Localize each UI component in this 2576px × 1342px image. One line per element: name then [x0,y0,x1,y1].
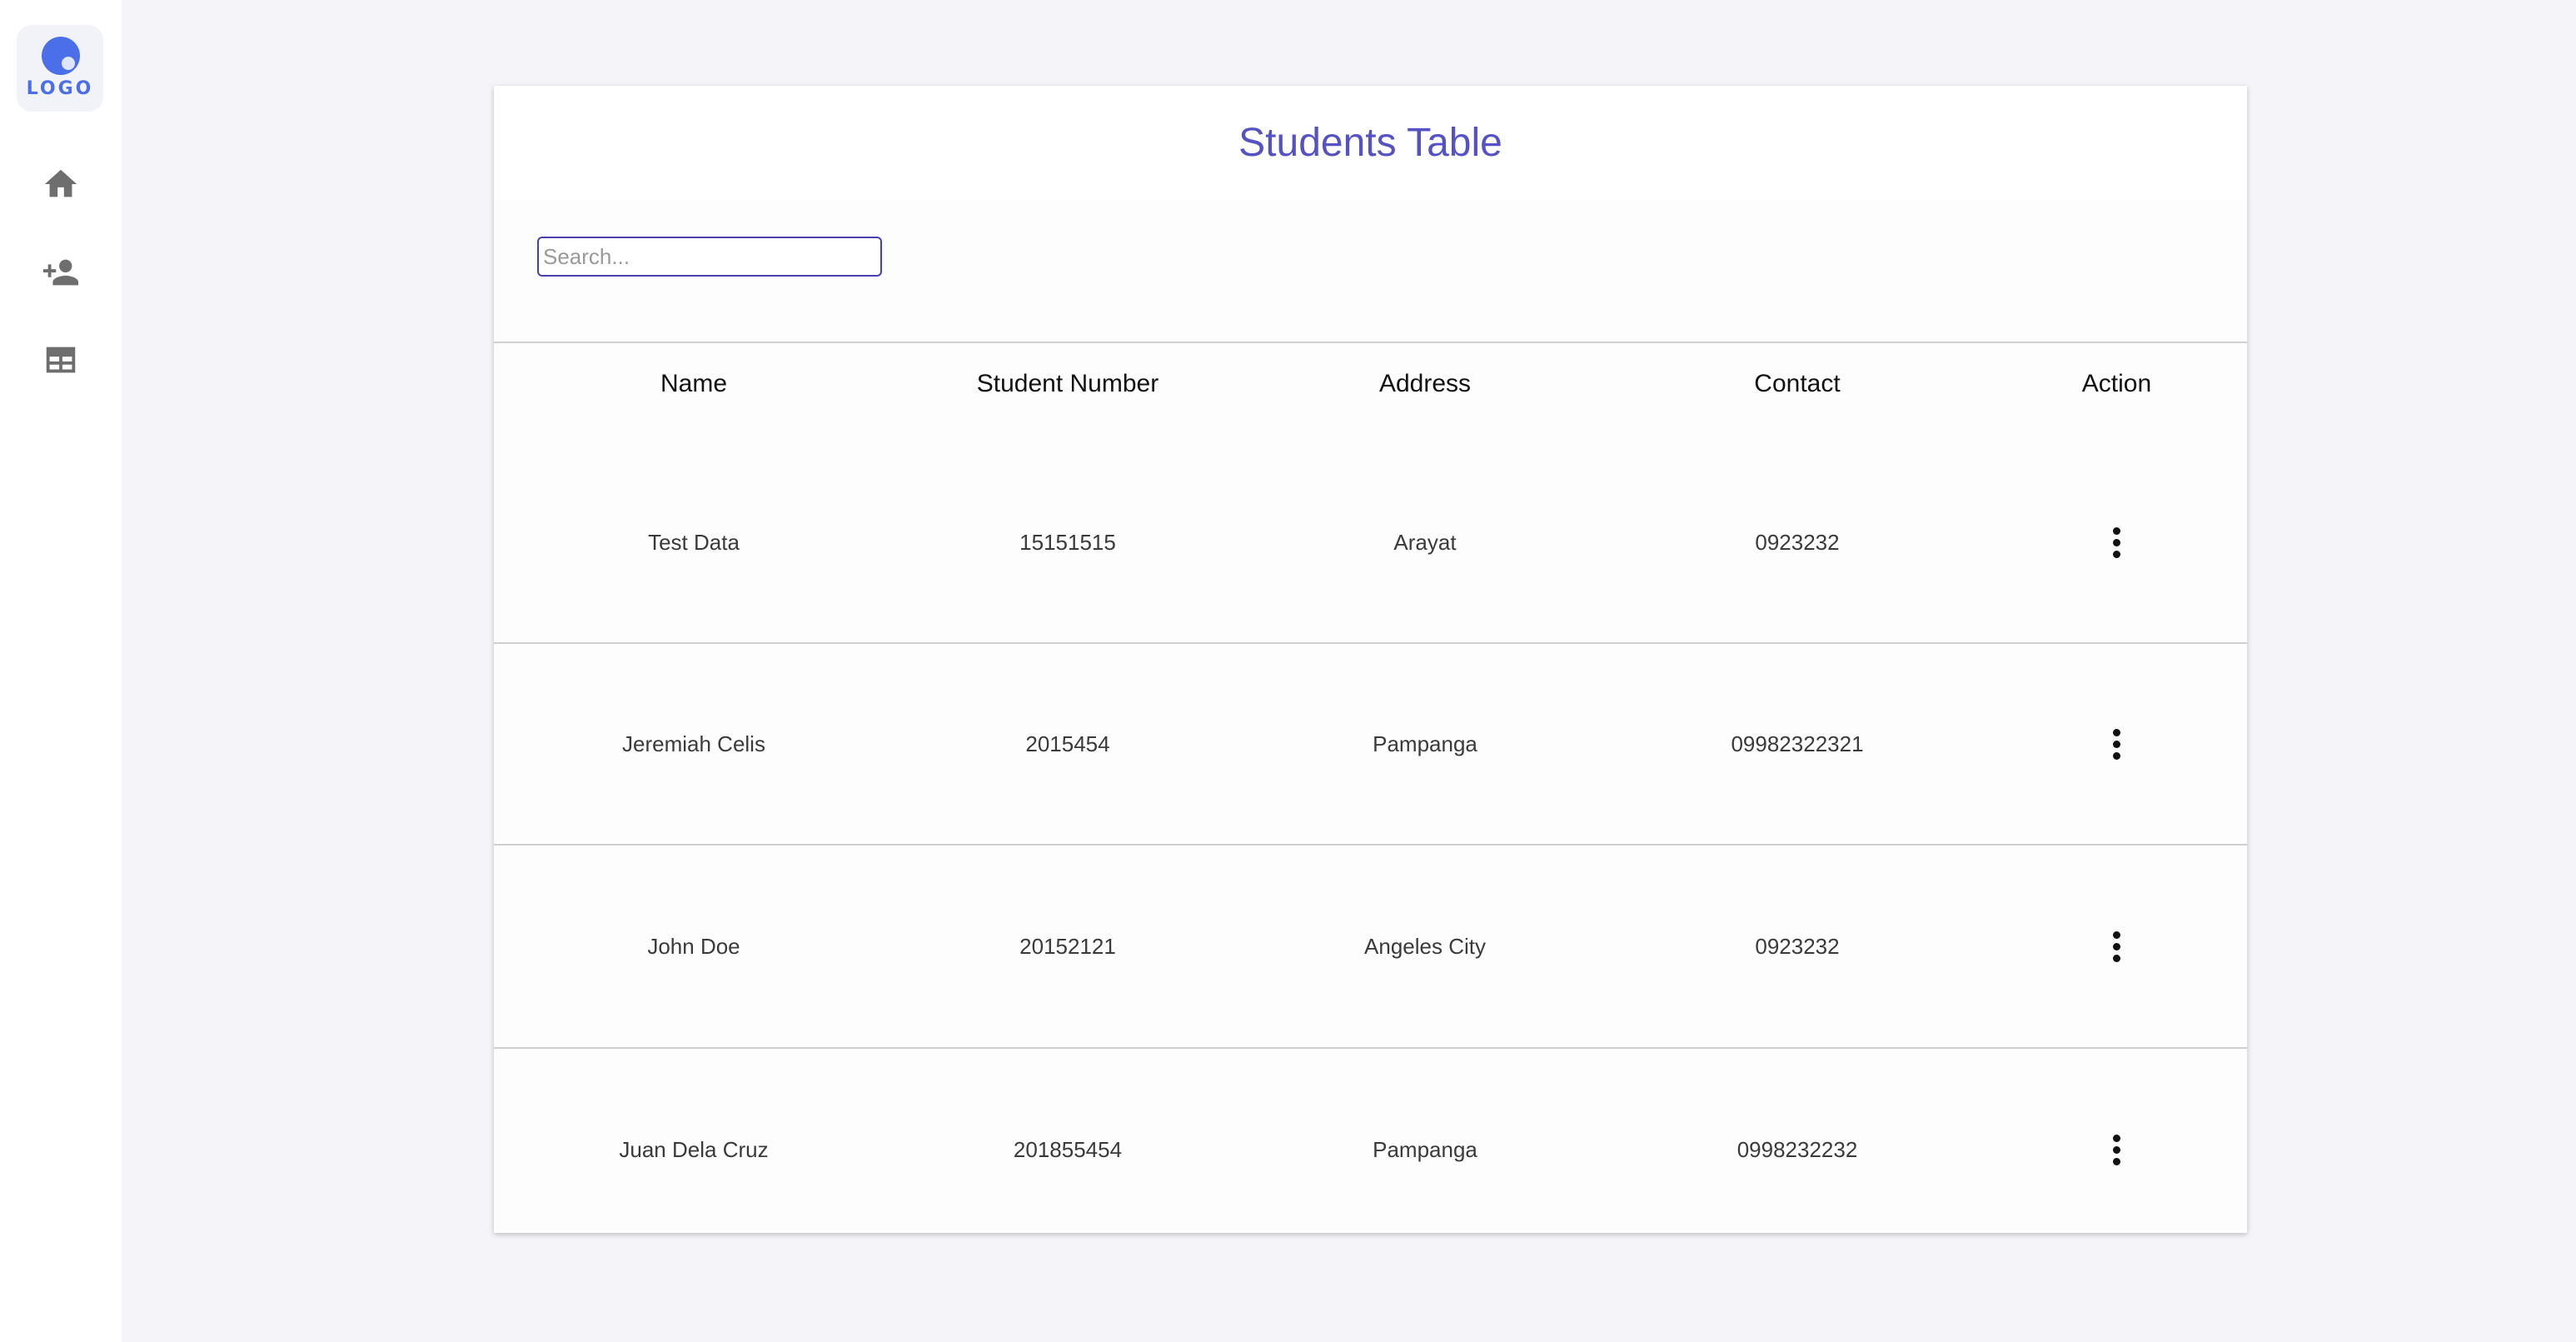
cell-student-number: 2015454 [1025,731,1110,756]
more-vert-icon [2112,726,2122,761]
column-header-contact: Contact [1754,370,1841,397]
logo-mark [42,37,80,75]
row-actions-button[interactable] [1986,726,2247,761]
table-row: Juan Dela Cruz 201855454 Pampanga 099823… [494,1049,2247,1251]
cell-address: Angeles City [1364,933,1486,959]
more-vert-icon [2112,525,2122,560]
more-vert-icon [2112,1133,2122,1168]
cell-student-number: 15151515 [1019,529,1116,555]
card-header: Students Table [494,86,2247,199]
row-actions-button[interactable] [1986,525,2247,560]
cell-contact: 0923232 [1755,933,1840,959]
cell-contact: 0923232 [1755,529,1840,555]
logo[interactable]: LOGO [17,25,103,112]
add-person-icon [42,259,79,286]
cell-address: Arayat [1393,529,1457,555]
table-row: Test Data 15151515 Arayat 0923232 [494,441,2247,644]
table-header: Name Student Number Address Contact Acti… [494,343,2247,441]
sidebar-item-home[interactable] [37,160,85,208]
column-header-address: Address [1378,370,1472,397]
sidebar-item-add-student[interactable] [37,248,85,297]
cell-name: Juan Dela Cruz [619,1137,769,1162]
cell-student-number: 20152121 [1019,933,1116,959]
table-toolbar [494,199,2247,343]
home-icon [44,169,77,197]
students-table-card: Students Table Name Student Number Addre… [494,86,2247,1233]
column-header-name: Name [660,370,728,397]
column-header-action: Action [2081,370,2152,397]
cell-address: Pampanga [1373,731,1477,756]
row-actions-button[interactable] [1986,1133,2247,1168]
row-actions-button[interactable] [1986,929,2247,964]
logo-text: LOGO [26,78,94,99]
table-icon [46,347,76,373]
sidebar-item-table[interactable] [37,336,85,384]
cell-name: John Doe [647,933,740,959]
cell-student-number: 201855454 [1013,1137,1123,1162]
sidebar: LOGO [0,0,122,1342]
table-row: John Doe 20152121 Angeles City 0923232 [494,846,2247,1049]
cell-name: Jeremiah Celis [622,731,765,756]
search-input[interactable] [537,237,882,277]
column-header-student-number: Student Number [976,370,1159,397]
page-title: Students Table [1238,120,1502,165]
table-row: Jeremiah Celis 2015454 Pampanga 09982322… [494,644,2247,846]
cell-name: Test Data [648,529,740,555]
cell-contact: 09982322321 [1731,731,1864,756]
more-vert-icon [2112,929,2122,964]
cell-address: Pampanga [1373,1137,1477,1162]
cell-contact: 0998232232 [1736,1137,1858,1162]
students-table: Name Student Number Address Contact Acti… [494,343,2247,1251]
